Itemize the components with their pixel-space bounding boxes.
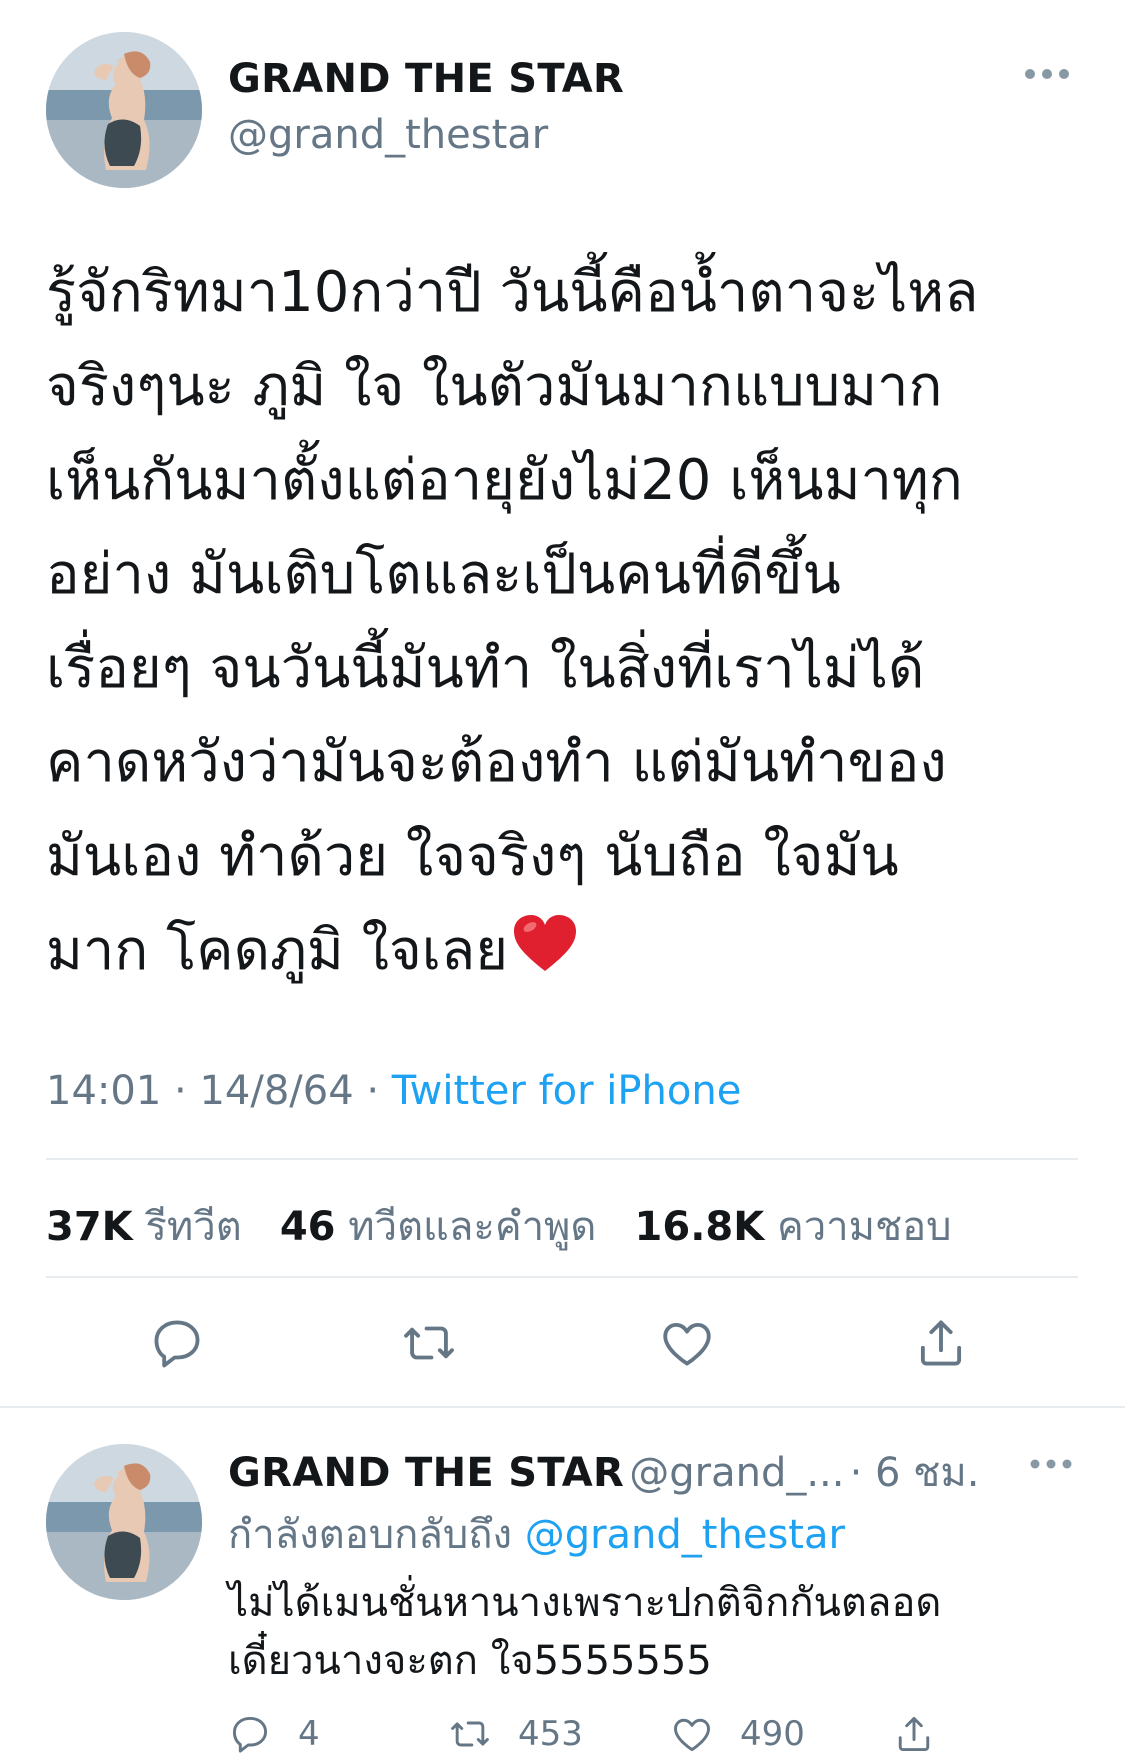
ellipsis-icon: [1025, 69, 1069, 79]
tweet-text-line: เรื่อยๆ จนวันนี้มันทำ ในสิ่งที่เราไม่ได้: [46, 636, 925, 701]
tweet-time: 14:01: [46, 1068, 162, 1114]
reply-icon: [154, 1320, 200, 1368]
share-icon: [898, 1716, 930, 1752]
tweet-text-line: มาก โคดภูมิ ใจเลย: [46, 904, 978, 1004]
quotes-stat[interactable]: 46 ทวีตและคำพูด: [280, 1204, 597, 1250]
avatar[interactable]: [46, 32, 202, 188]
retweet-icon: [451, 1721, 489, 1747]
replying-to-handle-link[interactable]: @grand_thestar: [525, 1512, 845, 1558]
like-icon: [674, 1718, 710, 1752]
retweets-stat[interactable]: 37K รีทวีต: [46, 1204, 242, 1250]
reply-reply-button[interactable]: 4: [228, 1712, 320, 1756]
tweet-timestamp: 14:01 · 14/8/64 · Twitter for iPhone: [46, 1068, 741, 1114]
avatar-photo: [46, 1444, 202, 1600]
reply-retweet-button[interactable]: 453: [448, 1712, 583, 1756]
tweet-source-link[interactable]: Twitter for iPhone: [392, 1068, 742, 1114]
tweet-text-line: อย่าง มันเติบโตและเป็นคนที่ดีขึ้น: [46, 542, 841, 607]
reply-user-handle[interactable]: @grand_...: [629, 1450, 844, 1496]
more-options-button[interactable]: [1024, 66, 1070, 86]
tweet-date: 14/8/64: [199, 1068, 354, 1114]
meta-separator: ·: [174, 1068, 187, 1114]
tweet-text: รู้จักริทมา10กว่าปี วันนี้คือน้ำตาจะไหล …: [46, 246, 978, 1004]
divider: [46, 1276, 1078, 1278]
reply-display-name[interactable]: GRAND THE STAR: [228, 1450, 624, 1496]
reply-header: GRAND THE STAR @grand_... · 6 ชม.: [228, 1440, 979, 1504]
tweet-text-line: มันเอง ทำด้วย ใจจริงๆ นับถือ ใจมัน: [46, 824, 899, 889]
reply-count: 4: [298, 1714, 320, 1754]
tweet-text-line: รู้จักริทมา10กว่าปี วันนี้คือน้ำตาจะไหล: [46, 260, 979, 325]
likes-stat[interactable]: 16.8K ความชอบ: [635, 1204, 952, 1250]
divider: [46, 1158, 1078, 1160]
user-handle[interactable]: @grand_thestar: [228, 112, 548, 158]
retweets-count: 37K: [46, 1204, 133, 1250]
red-heart-emoji-icon: [512, 910, 578, 1004]
tweet-text-line: คาดหวังว่ามันจะต้องทำ แต่มันทำของ: [46, 730, 947, 795]
retweet-button[interactable]: [400, 1314, 458, 1372]
replying-to-label: กำลังตอบกลับถึง: [228, 1512, 512, 1558]
like-button[interactable]: [658, 1314, 716, 1372]
reply-share-button[interactable]: [892, 1712, 962, 1756]
reply-text: ไม่ได้เมนชั่นหานางเพราะปกติจิกกันตลอด เด…: [228, 1574, 941, 1690]
retweets-label: รีทวีต: [145, 1204, 242, 1250]
tweet-text-line: จริงๆนะ ภูมิ ใจ ในตัวมันมากแบบมาก: [46, 354, 943, 419]
reply-text-line: ไม่ได้เมนชั่นหานางเพราะปกติจิกกันตลอด: [228, 1580, 942, 1626]
share-icon: [920, 1320, 962, 1366]
meta-separator: ·: [366, 1068, 380, 1114]
tweet-text-line: เห็นกันมาตั้งแต่อายุยังไม่20 เห็นมาทุก: [46, 448, 963, 513]
avatar-photo: [46, 32, 202, 188]
retweet-icon: [404, 1326, 454, 1360]
tweet-text-segment: มาก โคดภูมิ ใจเลย: [46, 918, 509, 983]
likes-count: 16.8K: [634, 1204, 765, 1250]
reply-more-options-button[interactable]: [1030, 1456, 1072, 1475]
retweet-count: 453: [518, 1714, 583, 1754]
tweet-stats: 37K รีทวีต 46 ทวีตและคำพูด 16.8K ความชอบ: [46, 1194, 952, 1258]
reply-avatar[interactable]: [46, 1444, 202, 1600]
quotes-count: 46: [279, 1204, 336, 1250]
reply-icon: [232, 1716, 268, 1753]
divider: [0, 1406, 1125, 1408]
share-button[interactable]: [912, 1314, 970, 1372]
reply-like-button[interactable]: 490: [670, 1712, 805, 1756]
replying-to: กำลังตอบกลับถึง @grand_thestar: [228, 1502, 845, 1566]
reply-button[interactable]: [148, 1314, 206, 1372]
quotes-label: ทวีตและคำพูด: [348, 1204, 597, 1250]
likes-label: ความชอบ: [776, 1204, 952, 1250]
like-icon: [663, 1322, 711, 1366]
display-name[interactable]: GRAND THE STAR: [228, 56, 624, 102]
like-count: 490: [740, 1714, 805, 1754]
reply-text-line: เดี๋ยวนางจะตก ใจ5555555: [228, 1638, 712, 1684]
reply-time-ago: · 6 ชม.: [849, 1450, 980, 1496]
ellipsis-icon: [1030, 1459, 1072, 1469]
